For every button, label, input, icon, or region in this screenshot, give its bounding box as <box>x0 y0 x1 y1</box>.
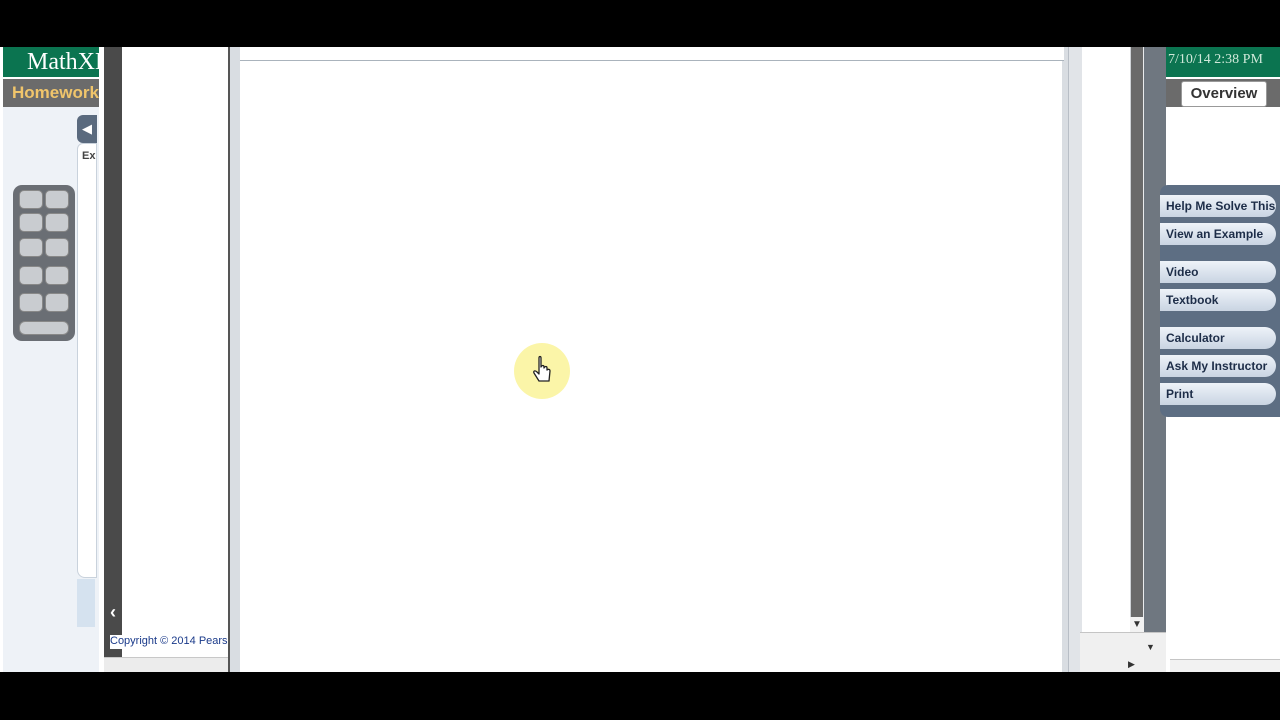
frame-divider <box>104 47 124 672</box>
tool-button[interactable] <box>19 190 43 209</box>
homework-link[interactable]: Homework <box>3 79 99 107</box>
math-tool-palette <box>13 185 75 341</box>
scrollbar-thumb[interactable] <box>1131 47 1143 617</box>
overview-button[interactable]: Overview <box>1181 81 1267 107</box>
mouse-cursor-highlight <box>514 343 570 399</box>
hand-pointer-icon <box>533 355 551 382</box>
tool-button[interactable] <box>19 213 43 232</box>
panel-footer <box>1170 659 1280 672</box>
scroll-right-icon[interactable]: ▶ <box>1128 659 1138 669</box>
copyright-notice: Copyright © 2014 Pearson <box>110 635 234 649</box>
tool-button[interactable] <box>19 238 43 257</box>
help-me-solve-button[interactable]: Help Me Solve This <box>1160 195 1276 217</box>
tool-button[interactable] <box>19 266 43 285</box>
brand-header: MathXL <box>3 47 99 77</box>
tool-button[interactable] <box>45 213 69 232</box>
print-button[interactable]: Print <box>1160 383 1276 405</box>
datetime-display: 7/10/14 2:38 PM <box>1166 47 1280 77</box>
more-tools-button[interactable] <box>19 321 69 335</box>
tool-button[interactable] <box>45 190 69 209</box>
calculator-button[interactable]: Calculator <box>1160 327 1276 349</box>
content-pane <box>1082 47 1130 672</box>
tool-button[interactable] <box>45 293 69 312</box>
screen-area: MathXL Homework ◀ Ex ‹ Copyright © 2014 … <box>0 47 1280 672</box>
dialog-body <box>240 61 1062 672</box>
scroll-down-icon[interactable]: ▼ <box>1130 617 1144 632</box>
tool-button[interactable] <box>19 293 43 312</box>
window-footer <box>1080 632 1170 672</box>
collapse-panel-button[interactable]: ◀ <box>77 115 97 143</box>
tool-button[interactable] <box>45 238 69 257</box>
textbook-button[interactable]: Textbook <box>1160 289 1276 311</box>
video-button[interactable]: Video <box>1160 261 1276 283</box>
content-pane <box>122 47 228 672</box>
exercise-tab-label: Ex <box>82 150 96 162</box>
scroll-down-icon[interactable]: ▼ <box>1146 642 1156 652</box>
chevron-left-icon[interactable]: ‹ <box>105 602 121 622</box>
exercise-panel: Ex <box>77 143 97 578</box>
dialog-header <box>240 47 1064 61</box>
horizontal-scrollbar[interactable] <box>104 657 229 672</box>
tool-button[interactable] <box>45 266 69 285</box>
panel-footer <box>77 579 95 627</box>
view-example-button[interactable]: View an Example <box>1160 223 1276 245</box>
ask-instructor-button[interactable]: Ask My Instructor <box>1160 355 1276 377</box>
